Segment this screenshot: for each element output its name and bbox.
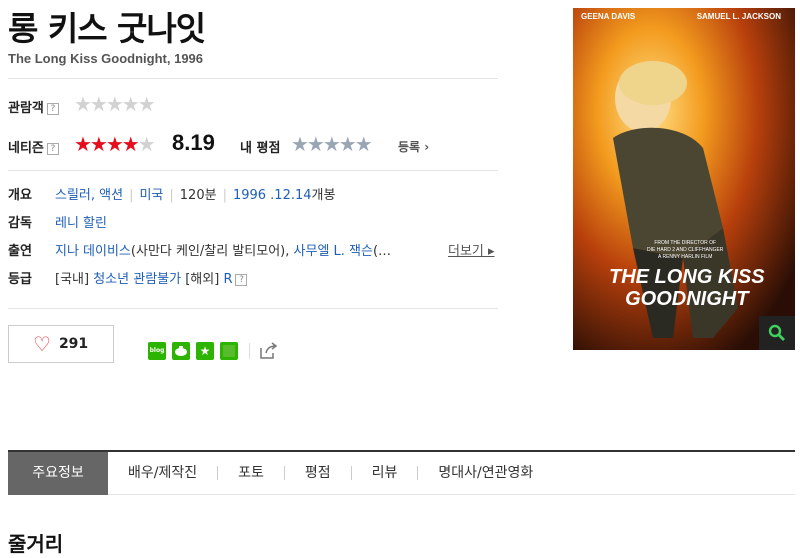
my-rating-stars[interactable]: ★★★★★	[291, 132, 373, 156]
share-icon[interactable]	[259, 342, 279, 360]
tab-bar: 주요정보 배우/제작진 포토 평점 리뷰 명대사/연관영화	[8, 451, 795, 495]
poster-actor-right: SAMUEL L. JACKSON	[696, 12, 781, 21]
like-count: 291	[58, 336, 89, 352]
star-filled: ★★★★	[74, 132, 140, 156]
synopsis-heading: 줄거리	[8, 532, 64, 556]
overview-value: 스릴러, 액션 | 미국 | 120분 | 1996 .12.14개봉	[55, 188, 336, 203]
star-empty: ★	[137, 132, 156, 156]
tab-cast-crew[interactable]: 배우/제작진	[108, 452, 217, 495]
poster-tagline: FROM THE DIRECTOR OF DIE HARD 2 AND CLIF…	[647, 240, 723, 261]
grade-value: [국내] 청소년 관람불가 [해외] R?	[55, 268, 248, 287]
netizen-rating-label: 네티즌?	[8, 137, 59, 156]
bookmark-share-icon[interactable]: ★	[196, 342, 214, 360]
zoom-button[interactable]	[759, 316, 795, 350]
runtime: 120분	[179, 188, 217, 203]
movie-subtitle: The Long Kiss Goodnight, 1996	[8, 51, 204, 66]
heart-icon: ♡	[33, 332, 51, 356]
overview-label: 개요	[8, 188, 32, 203]
poster-title: THE LONG KISS GOODNIGHT	[609, 266, 765, 310]
netizen-score: 8.19	[172, 130, 215, 155]
grade-label: 등급	[8, 272, 32, 287]
cafe-share-icon[interactable]	[172, 342, 190, 360]
poster-title-2: GOODNIGHT	[625, 288, 749, 310]
help-icon[interactable]: ?	[46, 142, 59, 155]
grade-foreign-link[interactable]: R	[223, 272, 232, 287]
my-rating-label: 내 평점	[240, 141, 281, 156]
more-cast-link[interactable]: 더보기 ▸	[448, 240, 495, 259]
cast-role-2: (…	[372, 244, 392, 259]
country-link[interactable]: 미국	[139, 188, 163, 203]
poster-title-1: THE LONG KISS	[609, 266, 765, 288]
cast-link-2[interactable]: 사무엘 L. 잭슨	[294, 244, 373, 259]
like-button[interactable]: ♡ 291	[8, 325, 114, 363]
divider	[8, 308, 498, 309]
help-icon[interactable]: ?	[46, 102, 59, 115]
genre-link[interactable]: 스릴러, 액션	[55, 188, 123, 203]
grade-domestic-prefix: [국내]	[55, 272, 90, 287]
poster-tagline-2: DIE HARD 2 AND CLIFFHANGER	[647, 247, 724, 253]
audience-stars: ★★★★★	[74, 92, 156, 116]
tab-quotes-related[interactable]: 명대사/연관영화	[418, 452, 553, 495]
movie-title: 롱 키스 굿나잇	[8, 9, 206, 48]
tab-review[interactable]: 리뷰	[352, 452, 418, 495]
director-link[interactable]: 레니 할린	[55, 216, 107, 231]
netizen-stars: ★★★★★	[74, 132, 156, 156]
cast-link-1[interactable]: 지나 데이비스	[55, 244, 131, 259]
director-label: 감독	[8, 216, 32, 231]
grade-domestic-link[interactable]: 청소년 관람불가	[93, 272, 181, 287]
poster-tagline-3: A RENNY HARLIN FILM	[658, 254, 713, 260]
tab-main-info[interactable]: 주요정보	[8, 451, 108, 495]
divider	[8, 170, 498, 171]
poster-actor-left: GEENA DAVIS	[581, 12, 636, 21]
poster-tagline-1: FROM THE DIRECTOR OF	[654, 240, 717, 246]
tab-rating[interactable]: 평점	[285, 452, 351, 495]
blog-share-icon[interactable]: blog	[148, 342, 166, 360]
search-icon	[768, 324, 785, 341]
grade-foreign-prefix: [해외]	[185, 272, 220, 287]
help-icon[interactable]: ?	[235, 273, 248, 286]
release-suffix: 개봉	[311, 188, 336, 203]
movie-poster[interactable]: GEENA DAVIS SAMUEL L. JACKSON FROM THE D…	[573, 8, 795, 350]
director-value: 레니 할린	[55, 212, 107, 231]
register-rating-link[interactable]: 등록 ›	[398, 138, 429, 155]
release-date-link[interactable]: 1996 .12.14	[233, 188, 312, 203]
divider	[249, 343, 250, 359]
cast-value: 지나 데이비스(사만다 케인/찰리 발티모어), 사무엘 L. 잭슨(…	[55, 240, 391, 259]
audience-rating-label: 관람객?	[8, 97, 59, 116]
tab-photo[interactable]: 포토	[218, 452, 284, 495]
divider	[8, 78, 498, 79]
memo-share-icon[interactable]	[220, 342, 238, 360]
cast-role-1: (사만다 케인/찰리 발티모어),	[130, 244, 290, 259]
cast-label: 출연	[8, 244, 32, 259]
